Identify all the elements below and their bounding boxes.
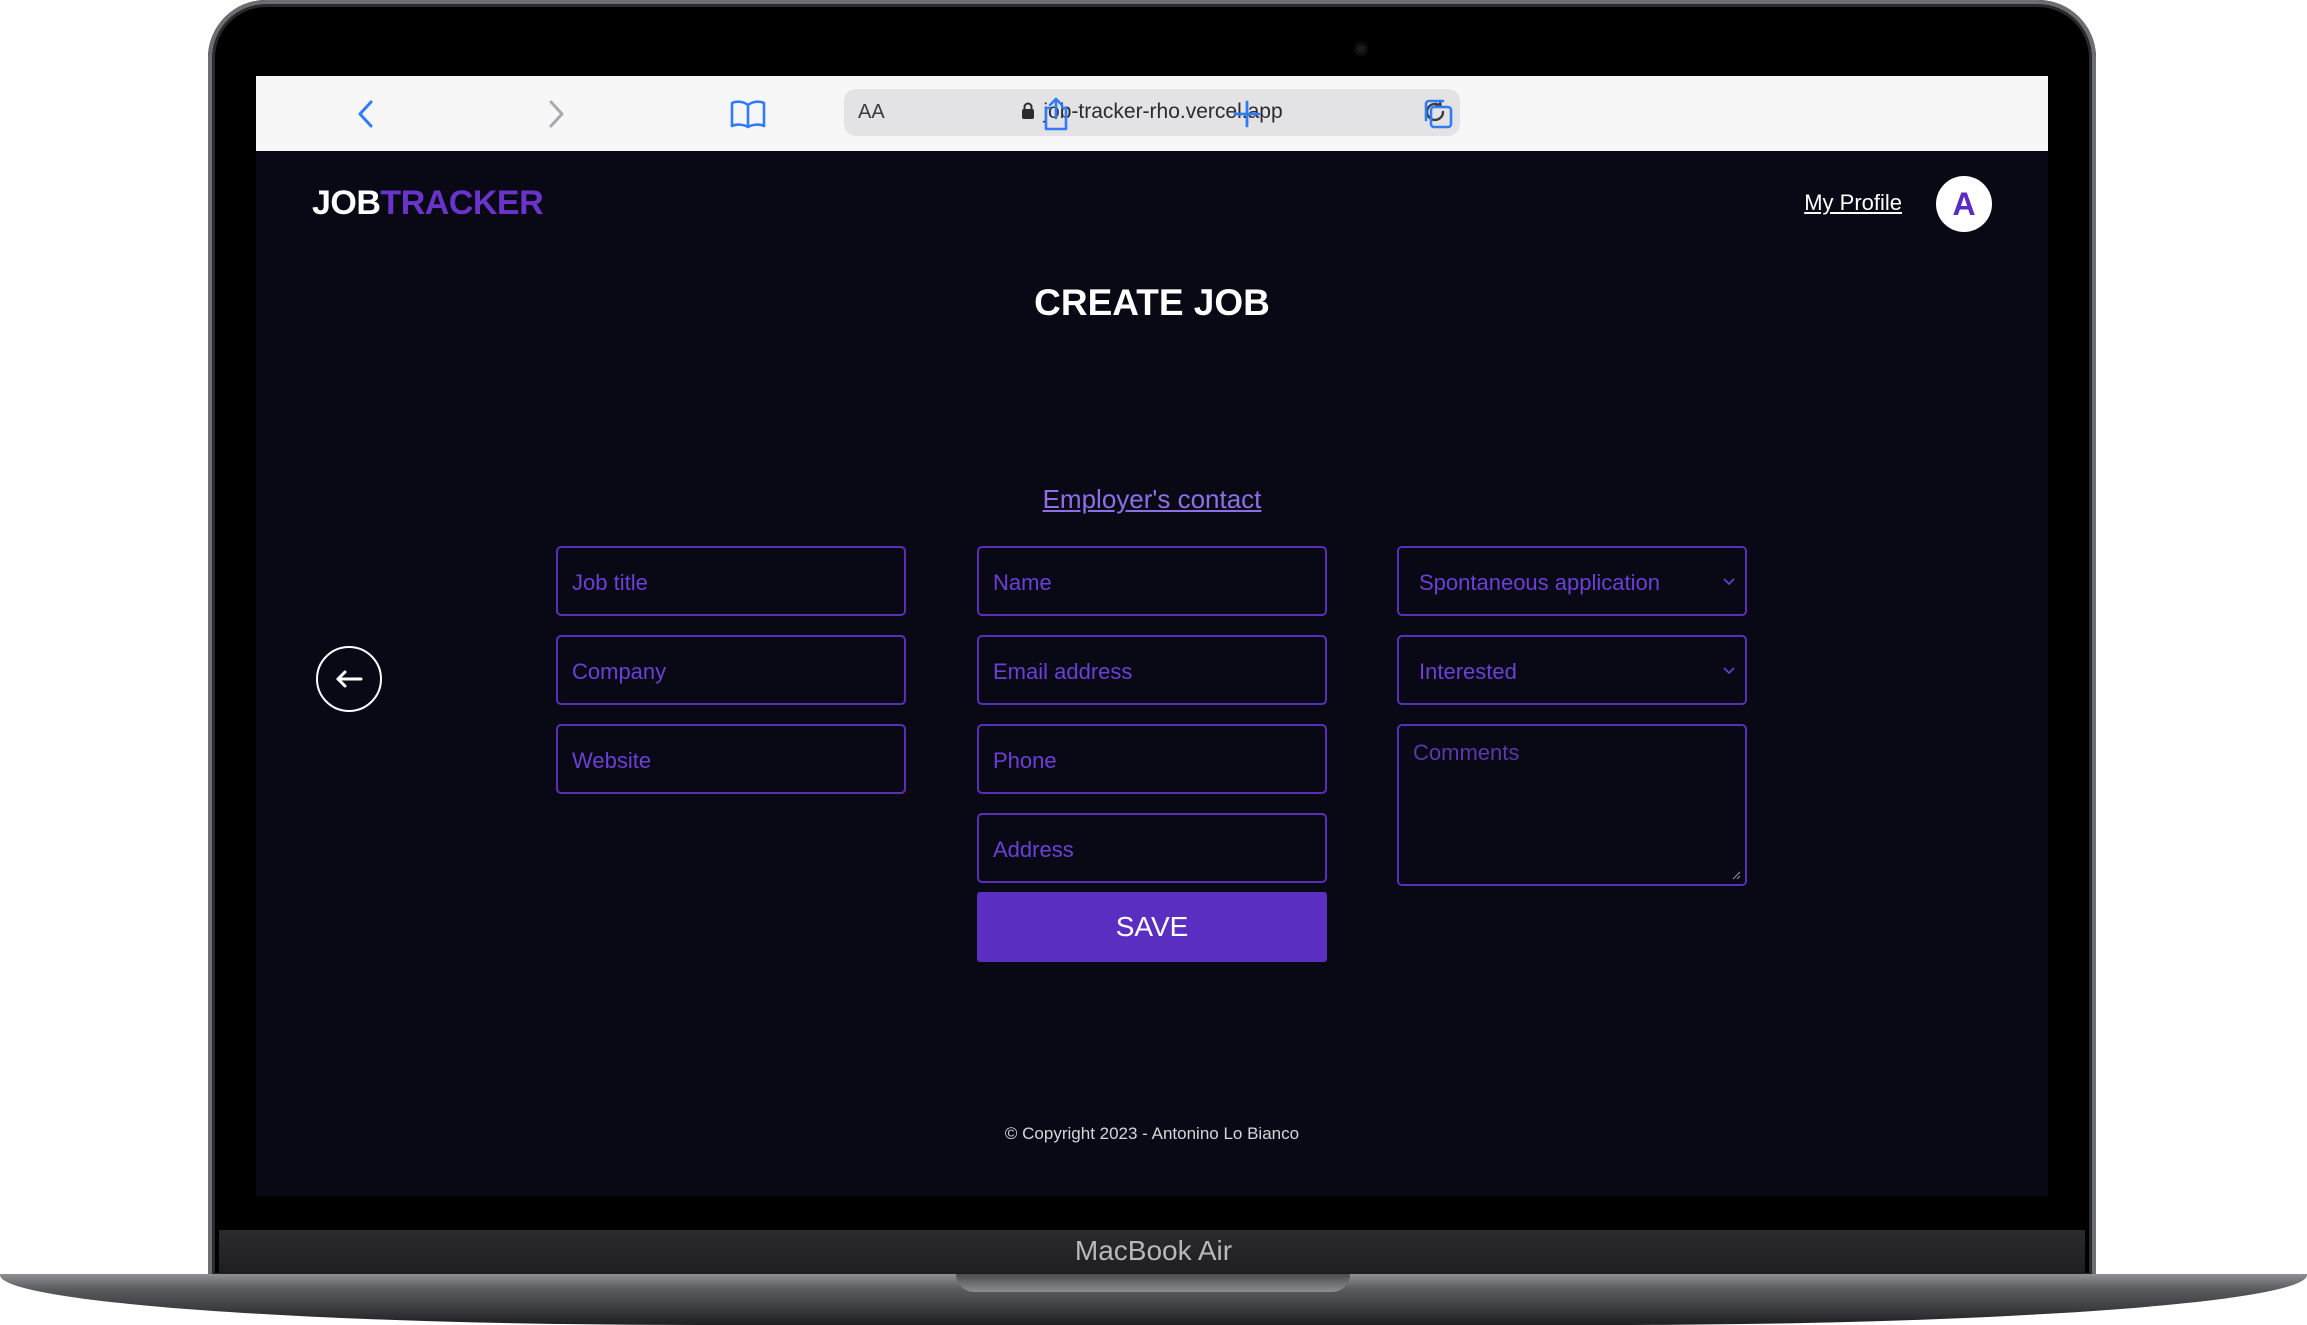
website-placeholder: Website [572, 748, 652, 773]
name-field[interactable]: Name [977, 546, 1327, 616]
my-profile-link[interactable]: My Profile [1804, 190, 1902, 216]
application-type-value: Spontaneous application [1419, 570, 1660, 595]
brand-logo[interactable]: JOBTRACKER [312, 184, 544, 223]
employer-contact-label: Employer's contact [1042, 484, 1262, 514]
employer-contact-link[interactable]: Employer's contact [256, 484, 2048, 515]
share-icon[interactable] [1036, 94, 1076, 134]
name-placeholder: Name [993, 570, 1052, 595]
browser-toolbar: AA job-tracker-rho.vercel.app [256, 76, 2048, 151]
address-field[interactable]: Address [977, 813, 1327, 883]
laptop-notch [956, 1274, 1350, 1292]
email-placeholder: Email address [993, 659, 1133, 684]
tabs-icon[interactable] [1418, 94, 1458, 134]
address-bar[interactable]: AA job-tracker-rho.vercel.app [844, 89, 1460, 136]
plus-icon[interactable] [1227, 94, 1267, 134]
footer-copyright: © Copyright 2023 - Antonino Lo Bianco [1004, 1124, 1300, 1143]
website-field[interactable]: Website [556, 724, 906, 794]
status-select[interactable]: Interested [1397, 635, 1747, 705]
comments-textarea[interactable]: Comments [1397, 724, 1747, 886]
device-label: MacBook Air [1074, 1235, 1233, 1266]
back-chevron-icon[interactable] [346, 94, 386, 134]
back-button[interactable] [316, 646, 382, 712]
resize-grip-icon[interactable] [1731, 870, 1741, 880]
camera-icon [1354, 42, 1368, 56]
screen: AA job-tracker-rho.vercel.app JOBTRACKER… [256, 76, 2048, 1196]
job-title-field[interactable]: Job title [556, 546, 906, 616]
company-placeholder: Company [572, 659, 667, 684]
phone-placeholder: Phone [993, 748, 1057, 773]
chevron-down-icon [1723, 578, 1735, 586]
brand-part-tracker: TRACKER [380, 184, 544, 222]
job-title-placeholder: Job title [572, 570, 648, 595]
save-button[interactable]: SAVE [977, 892, 1327, 962]
forward-chevron-icon[interactable] [536, 94, 576, 134]
email-field[interactable]: Email address [977, 635, 1327, 705]
avatar[interactable]: A [1936, 176, 1992, 232]
status-value: Interested [1419, 659, 1517, 684]
url-display: job-tracker-rho.vercel.app [844, 100, 1460, 124]
arrow-left-icon [336, 670, 363, 688]
chevron-down-icon [1723, 667, 1735, 675]
comments-placeholder: Comments [1413, 740, 1520, 765]
lock-icon [1022, 102, 1035, 119]
address-placeholder: Address [993, 837, 1074, 862]
application-type-select[interactable]: Spontaneous application [1397, 546, 1747, 616]
phone-field[interactable]: Phone [977, 724, 1327, 794]
brand-part-job: JOB [312, 184, 381, 222]
book-icon[interactable] [728, 94, 768, 134]
page-title: CREATE JOB [1034, 282, 1270, 323]
company-field[interactable]: Company [556, 635, 906, 705]
